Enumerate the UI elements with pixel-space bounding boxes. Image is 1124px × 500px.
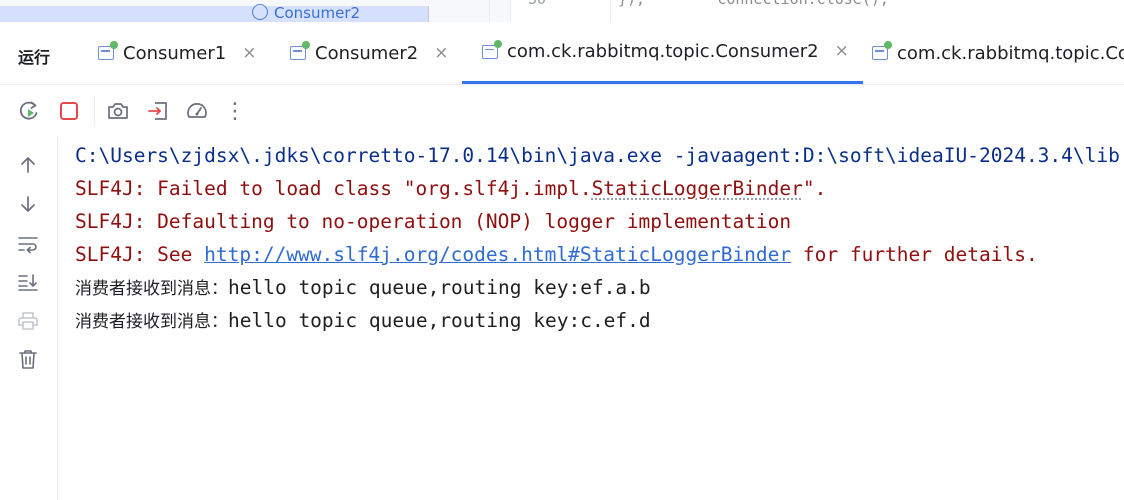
console-line-command: C:\Users\zjdsx\.jdks\corretto-17.0.14\bi… xyxy=(75,144,1120,167)
next-occurrence-button[interactable] xyxy=(15,191,41,217)
clear-all-button[interactable] xyxy=(15,346,41,372)
console-line-error: SLF4J: See http://www.slf4j.org/codes.ht… xyxy=(75,243,1038,267)
soft-wrap-button[interactable] xyxy=(15,231,41,257)
rerun-button[interactable] xyxy=(16,98,42,124)
editor-code-line: }); connection.close(); xyxy=(618,0,889,8)
ide-window: Consumer2 30 }); connection.close(); 运行 … xyxy=(0,0,1124,500)
error-text: ". xyxy=(802,177,827,200)
class-icon xyxy=(252,4,268,20)
console-side-toolbar xyxy=(0,137,58,500)
profiler-button[interactable] xyxy=(184,98,210,124)
screenshot-button[interactable] xyxy=(105,98,131,124)
stop-icon xyxy=(60,102,78,120)
restore-layout-icon xyxy=(148,102,167,120)
pane-divider[interactable] xyxy=(489,0,490,22)
tab-label: com.ck.rabbitmq.topic.Consumer1 xyxy=(897,42,1124,64)
close-icon[interactable]: × xyxy=(434,44,448,62)
run-tool-window-header: 运行 Consumer1 × Consumer2 × com.ck.rabbit… xyxy=(0,22,1124,85)
error-text: SLF4J: Failed to load class "org.slf4j.i… xyxy=(75,177,592,200)
console-output[interactable]: C:\Users\zjdsx\.jdks\corretto-17.0.14\bi… xyxy=(58,137,1124,500)
project-tree-selected-row[interactable] xyxy=(0,6,429,22)
slf4j-codes-link[interactable]: http://www.slf4j.org/codes.html#StaticLo… xyxy=(204,243,791,266)
output-message: hello topic queue,routing key:ef.a.b xyxy=(228,276,651,299)
more-options-button[interactable]: ⋮ xyxy=(222,98,248,124)
run-config-icon xyxy=(482,39,502,59)
run-toolbar: ⋮ xyxy=(0,85,1124,137)
run-tool-window-title: 运行 xyxy=(18,48,51,67)
stop-button[interactable] xyxy=(56,98,82,124)
top-cutoff-strip: Consumer2 30 }); connection.close(); xyxy=(0,0,1124,23)
print-icon xyxy=(18,312,38,330)
close-icon[interactable]: × xyxy=(835,43,849,60)
tab-label: Consumer2 xyxy=(315,42,419,64)
tab-label: Consumer1 xyxy=(123,42,227,64)
tab-consumer2[interactable]: Consumer2 × xyxy=(290,22,449,84)
project-tree-selected-label: Consumer2 xyxy=(274,4,361,22)
editor-line-number: 30 xyxy=(528,0,546,8)
toolbar-separator xyxy=(94,96,95,126)
console-line-error: SLF4J: Failed to load class "org.slf4j.i… xyxy=(75,177,826,201)
console-line-output: 消费者接收到消息：hello topic queue,routing key:e… xyxy=(75,276,651,301)
soft-wrap-icon xyxy=(18,237,38,254)
arrow-up-icon xyxy=(21,157,35,173)
scroll-to-end-icon xyxy=(18,274,38,291)
tab-topic-consumer1[interactable]: com.ck.rabbitmq.topic.Consumer1 xyxy=(872,22,1124,84)
arrow-down-icon xyxy=(21,196,35,212)
run-config-icon xyxy=(290,41,310,60)
close-icon[interactable]: × xyxy=(242,44,256,62)
more-icon: ⋮ xyxy=(224,98,246,124)
screenshot-icon xyxy=(108,103,128,119)
run-config-icon xyxy=(872,41,892,60)
editor-gutter-divider xyxy=(610,0,611,22)
profiler-icon xyxy=(187,103,207,118)
console-line-output: 消费者接收到消息：hello topic queue,routing key:c… xyxy=(75,309,651,334)
previous-occurrence-button[interactable] xyxy=(15,152,41,178)
output-prefix: 消费者接收到消息： xyxy=(75,312,228,332)
run-config-icon xyxy=(98,41,118,60)
error-text: SLF4J: See xyxy=(75,243,205,266)
console-line-error: SLF4J: Defaulting to no-operation (NOP) … xyxy=(75,210,792,233)
error-class-name: StaticLoggerBinder xyxy=(591,177,803,200)
rerun-icon xyxy=(19,101,38,120)
tab-consumer1[interactable]: Consumer1 × xyxy=(98,22,257,84)
tab-topic-consumer2[interactable]: com.ck.rabbitmq.topic.Consumer2 × xyxy=(462,22,863,84)
restore-layout-button[interactable] xyxy=(145,98,171,124)
output-message: hello topic queue,routing key:c.ef.d xyxy=(228,309,651,332)
error-text: for further details. xyxy=(791,243,1038,266)
tab-label: com.ck.rabbitmq.topic.Consumer2 xyxy=(507,41,819,62)
trash-icon xyxy=(19,350,37,369)
print-button[interactable] xyxy=(15,308,41,334)
output-prefix: 消费者接收到消息： xyxy=(75,279,228,299)
scroll-to-end-button[interactable] xyxy=(15,269,41,295)
